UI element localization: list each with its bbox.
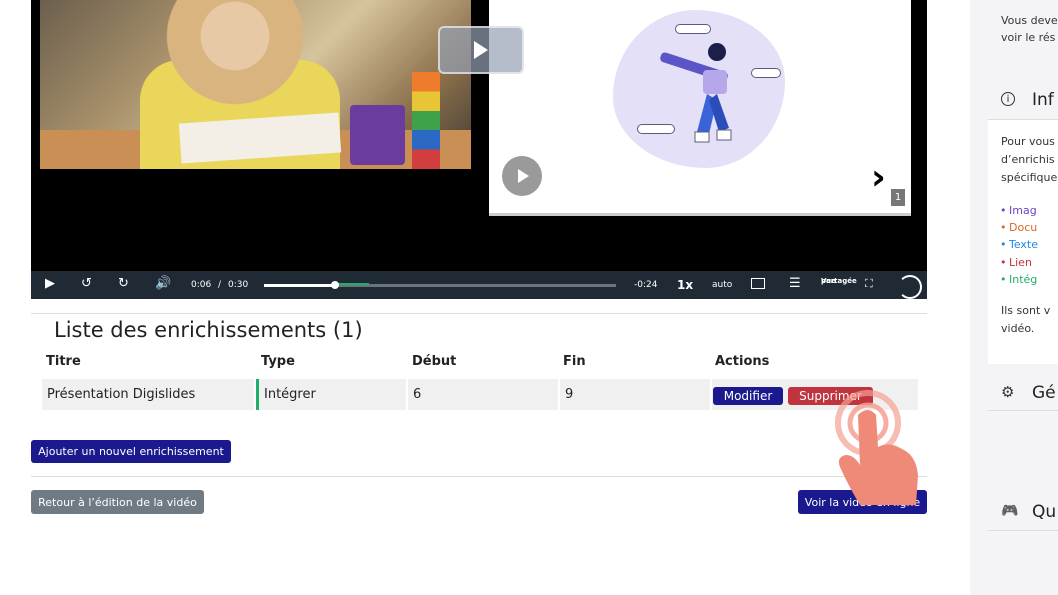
remaining-time: -0:24	[634, 280, 658, 290]
info-icon: i	[1001, 92, 1015, 106]
chevron-right-icon[interactable]: ›	[871, 160, 886, 196]
general-heading[interactable]: Gé	[1032, 383, 1056, 403]
cloud-icon	[675, 24, 711, 34]
rewind-icon[interactable]: ↺	[81, 277, 92, 291]
quiz-heading[interactable]: Qu	[1032, 502, 1056, 522]
fullscreen-icon[interactable]: ⛶	[865, 277, 873, 291]
slide-frame: › 1	[489, 0, 911, 216]
cell-end: 9	[560, 379, 710, 410]
main-content: › 1 ▶ ↺ ↻ 🔊 0:06 / 0:30 -0:24 1x auto ☰ …	[0, 0, 970, 595]
edit-button[interactable]: Modifier	[713, 387, 783, 405]
chapters-list-icon[interactable]: ☰	[789, 277, 801, 291]
type-item-text: Texte	[1000, 238, 1038, 251]
current-time: 0:06	[191, 280, 212, 290]
play-icon[interactable]: ▶	[45, 277, 55, 291]
cloud-icon	[751, 68, 781, 78]
divider	[988, 410, 1058, 411]
info-text-line: vidéo.	[1001, 322, 1035, 335]
info-text-line: d’enrichis	[1001, 153, 1055, 166]
type-item-document: Docu	[1000, 221, 1037, 234]
speed-button[interactable]: 1x	[677, 278, 693, 292]
info-heading: Inf	[1032, 90, 1054, 110]
duration: 0:30	[228, 280, 249, 290]
gamepad-icon: 🎮	[1001, 503, 1019, 519]
picture-in-picture-icon[interactable]	[751, 278, 765, 289]
column-title: Titre	[46, 354, 81, 369]
camera-video-frame	[40, 0, 471, 169]
volume-icon[interactable]: 🔊	[155, 277, 171, 291]
column-actions: Actions	[715, 354, 770, 369]
type-item-link: Lien	[1000, 256, 1032, 269]
type-item-image: Imag	[1000, 204, 1037, 217]
table-row: Présentation Digislides Intégrer 6 9	[42, 379, 918, 410]
column-type: Type	[261, 354, 295, 369]
cell-start: 6	[408, 379, 558, 410]
divider	[31, 476, 927, 477]
forward-icon[interactable]: ↻	[118, 277, 129, 291]
gear-icon: ⚙	[1001, 383, 1015, 401]
column-start: Début	[412, 354, 457, 369]
logo-ring-icon	[898, 275, 922, 299]
sidebar-notice-line: voir le rés	[1001, 31, 1056, 44]
info-text-line: spécifique	[1001, 171, 1058, 184]
video-player[interactable]: › 1 ▶ ↺ ↻ 🔊 0:06 / 0:30 -0:24 1x auto ☰ …	[31, 0, 927, 299]
column-end: Fin	[563, 354, 586, 369]
progress-bar[interactable]	[264, 281, 616, 289]
big-play-button[interactable]	[438, 26, 524, 74]
slide-play-icon[interactable]	[502, 156, 542, 196]
progress-handle[interactable]	[331, 281, 340, 289]
info-text-line: Ils sont v	[1001, 304, 1051, 317]
person-pencil-illustration	[660, 43, 732, 143]
add-enrichment-button[interactable]: Ajouter un nouvel enrichissement	[31, 440, 231, 463]
enrichments-title: Liste des enrichissements (1)	[54, 318, 363, 342]
pointer-hand-icon	[835, 390, 918, 505]
time-separator: /	[218, 280, 222, 290]
cell-type: Intégrer	[256, 379, 406, 410]
back-to-edit-button[interactable]: Retour à l’édition de la vidéo	[31, 490, 204, 514]
quality-button[interactable]: auto	[712, 280, 732, 290]
slide-number: 1	[891, 189, 905, 206]
type-item-embed: Intég	[1000, 273, 1037, 286]
player-controls: ▶ ↺ ↻ 🔊 0:06 / 0:30 -0:24 1x auto ☰ Vue …	[31, 271, 927, 299]
divider	[31, 313, 927, 314]
cell-title: Présentation Digislides	[42, 379, 254, 410]
divider	[988, 530, 1058, 531]
info-text-line: Pour vous	[1001, 135, 1055, 148]
sidebar-notice-line: Vous deve	[1001, 14, 1058, 27]
